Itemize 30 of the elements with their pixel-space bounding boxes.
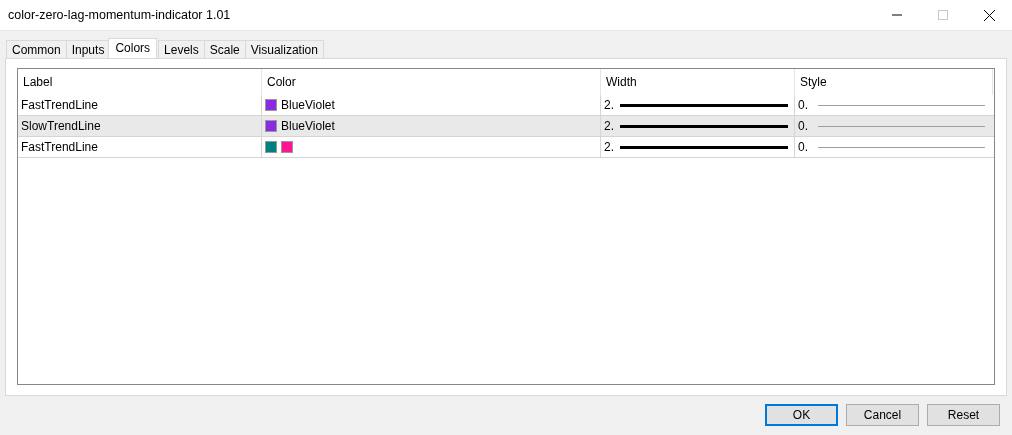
style-value: 0. [798,140,808,154]
tab[interactable]: Inputs [65,40,111,58]
tab[interactable]: Common [6,40,67,58]
table-cell: FastTrendLine [18,137,262,157]
width-value: 2. [604,140,614,154]
dialog-button[interactable]: Reset [927,404,1000,426]
table-cell: FastTrendLine [18,95,262,115]
color-name: BlueViolet [281,98,335,112]
close-icon [983,9,995,21]
column-header[interactable]: Label [18,69,262,95]
dialog-button[interactable]: OK [765,404,838,426]
tab[interactable]: Visualization [244,40,324,58]
column-header[interactable]: Color [262,69,601,95]
color-swatch[interactable] [265,99,277,111]
window-title: color-zero-lag-momentum-indicator 1.01 [8,8,232,22]
dialog-button[interactable]: Cancel [846,404,919,426]
width-value: 2. [604,98,614,112]
color-swatch[interactable] [281,141,293,153]
tab[interactable]: Levels [158,40,205,58]
color-name: BlueViolet [281,119,335,133]
table-cell: SlowTrendLine [18,116,262,136]
tab[interactable]: Colors [108,38,158,58]
maximize-icon [938,10,948,20]
color-swatch[interactable] [265,120,277,132]
column-header[interactable]: Style [795,69,993,95]
style-value: 0. [798,98,808,112]
width-value: 2. [604,119,614,133]
column-header[interactable]: Width [601,69,795,95]
color-swatch[interactable] [265,141,277,153]
style-value: 0. [798,119,808,133]
